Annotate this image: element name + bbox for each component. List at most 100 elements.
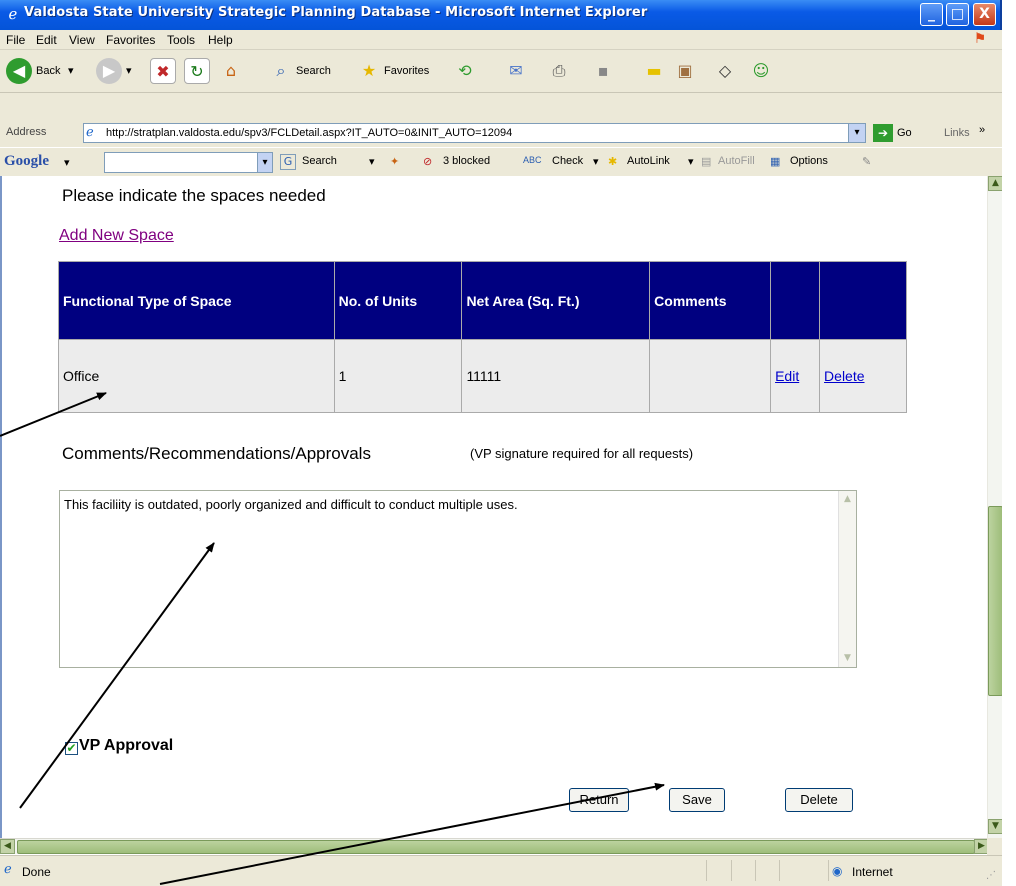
column-header <box>770 261 821 340</box>
vertical-scrollbar[interactable]: ▲ ▼ <box>987 176 1003 838</box>
address-url: http://stratplan.valdosta.edu/spv3/FCLDe… <box>106 127 513 139</box>
history-icon[interactable]: ⟲ <box>452 58 478 84</box>
back-dropdown-icon[interactable]: ▾ <box>68 64 74 77</box>
autolink-dropdown-icon[interactable]: ▾ <box>688 155 694 168</box>
comments-heading: Comments/Recommendations/Approvals <box>62 444 371 463</box>
pagerank-icon[interactable]: ✦ <box>390 155 399 168</box>
google-dropdown-icon[interactable]: ▾ <box>64 156 70 169</box>
favorites-star-icon[interactable]: ★ <box>356 58 382 84</box>
google-g-icon[interactable]: G <box>280 154 296 170</box>
menu-view[interactable]: View <box>69 33 95 47</box>
scroll-up-icon[interactable]: ▲ <box>988 176 1003 191</box>
research-icon[interactable]: ▣ <box>672 58 698 84</box>
textarea-scroll-up-icon[interactable]: ▲ <box>840 492 855 507</box>
delete-button[interactable]: Delete <box>785 788 853 812</box>
address-label: Address <box>6 126 47 138</box>
edit-link[interactable]: Edit <box>775 368 799 384</box>
close-button[interactable]: X <box>973 3 996 26</box>
menu-tools[interactable]: Tools <box>167 33 195 47</box>
search-icon[interactable]: ⌕ <box>268 58 294 84</box>
comments-textarea[interactable]: This faciliity is outdated, poorly organ… <box>59 490 857 668</box>
spaces-table: Functional Type of Space No. of Units Ne… <box>58 261 907 413</box>
refresh-icon[interactable]: ↻ <box>184 58 210 84</box>
autofill-label[interactable]: AutoFill <box>718 155 755 167</box>
favorites-label[interactable]: Favorites <box>384 65 429 77</box>
scroll-left-icon[interactable]: ◀ <box>0 839 15 854</box>
delete-row-link[interactable]: Delete <box>824 368 864 384</box>
address-input[interactable]: ℯ http://stratplan.valdosta.edu/spv3/FCL… <box>83 123 866 143</box>
menu-favorites[interactable]: Favorites <box>106 33 155 47</box>
textarea-scrollbar[interactable]: ▲ ▼ <box>838 491 856 667</box>
textarea-scroll-down-icon[interactable]: ▼ <box>840 651 855 666</box>
scroll-corner <box>987 838 1002 855</box>
autofill-icon[interactable]: ▤ <box>701 155 711 168</box>
vertical-scroll-thumb[interactable] <box>988 506 1003 696</box>
back-arrow-icon[interactable]: ◀ <box>6 58 32 84</box>
area-cell: 11111 <box>461 339 651 413</box>
status-divider <box>828 860 829 881</box>
status-divider <box>779 860 780 881</box>
windows-logo-icon: ⚑ <box>973 31 987 47</box>
options-label[interactable]: Options <box>790 155 828 167</box>
toolbar-spacer <box>0 93 1002 121</box>
status-text: Done <box>22 865 51 879</box>
google-search-label[interactable]: Search <box>302 155 337 167</box>
mail-icon[interactable]: ✉ <box>503 58 529 84</box>
spellcheck-icon[interactable]: ABC <box>523 155 542 165</box>
popup-blocker-icon[interactable]: ⊘ <box>423 155 432 168</box>
column-header <box>819 261 907 340</box>
check-label[interactable]: Check <box>552 155 583 167</box>
standard-toolbar: ◀ Back ▾ ▶ ▾ ✖ ↻ ⌂ ⌕ Search ★ Favorites … <box>0 50 1002 93</box>
options-icon[interactable]: ▦ <box>770 155 780 168</box>
autolink-label[interactable]: AutoLink <box>627 155 670 167</box>
back-label[interactable]: Back <box>36 65 60 77</box>
blocked-count[interactable]: 3 blocked <box>443 155 490 167</box>
menu-edit[interactable]: Edit <box>36 33 57 47</box>
menu-file[interactable]: File <box>6 33 25 47</box>
address-bar: Address ℯ http://stratplan.valdosta.edu/… <box>0 121 1002 147</box>
links-label[interactable]: Links <box>944 127 970 139</box>
messenger-icon[interactable]: ☺ <box>748 58 774 84</box>
ie-icon: ℯ <box>8 5 18 23</box>
horizontal-scrollbar[interactable]: ◀ ▶ <box>0 838 989 854</box>
menu-help[interactable]: Help <box>208 33 233 47</box>
vp-approval-label: VP Approval <box>79 737 174 754</box>
edit-cell: Edit <box>770 339 821 413</box>
search-label[interactable]: Search <box>296 65 331 77</box>
vp-approval-checkbox[interactable]: ✔ <box>65 742 78 755</box>
table-header-row: Functional Type of Space No. of Units Ne… <box>58 261 907 340</box>
table-row: Office 1 11111 Edit Delete <box>58 339 907 413</box>
maximize-button[interactable]: □ <box>946 3 969 26</box>
google-logo[interactable]: Google <box>4 153 49 170</box>
add-new-space-link[interactable]: Add New Space <box>59 227 174 245</box>
window-title: Valdosta State University Strategic Plan… <box>24 5 648 20</box>
horizontal-scroll-thumb[interactable] <box>17 840 975 854</box>
messenger-window-icon[interactable]: ◇ <box>712 58 738 84</box>
resize-grip-icon[interactable]: ⋰ <box>986 870 996 881</box>
google-search-input[interactable]: ▾ <box>104 152 273 173</box>
home-icon[interactable]: ⌂ <box>218 58 244 84</box>
discuss-icon[interactable]: ▬ <box>641 58 667 84</box>
edit-icon[interactable]: ▪ <box>590 58 616 84</box>
forward-arrow-icon[interactable]: ▶ <box>96 58 122 84</box>
print-icon[interactable]: ⎙ <box>546 58 572 84</box>
go-arrow-icon[interactable]: ➔ <box>873 124 893 142</box>
search-dropdown-icon[interactable]: ▾ <box>369 155 375 168</box>
forward-dropdown-icon[interactable]: ▾ <box>126 64 132 77</box>
autolink-icon[interactable]: ✱ <box>608 155 617 168</box>
google-field-dropdown-icon[interactable]: ▾ <box>257 153 272 172</box>
page-heading: Please indicate the spaces needed <box>62 186 326 205</box>
address-dropdown-icon[interactable]: ▾ <box>848 124 865 142</box>
minimize-button[interactable]: _ <box>920 3 943 26</box>
stop-icon[interactable]: ✖ <box>150 58 176 84</box>
vp-signature-note: (VP signature required for all requests) <box>470 446 694 461</box>
go-label[interactable]: Go <box>897 127 912 139</box>
chevron-right-icon[interactable]: » <box>979 124 985 136</box>
scroll-down-icon[interactable]: ▼ <box>988 819 1003 834</box>
page-ie-icon: ℯ <box>86 125 94 140</box>
check-dropdown-icon[interactable]: ▾ <box>593 155 599 168</box>
highlighter-icon[interactable]: ✎ <box>862 155 871 168</box>
google-toolbar: Google ▾ ▾ G Search ▾ ✦ ⊘ 3 blocked ABC … <box>0 147 1002 176</box>
return-button[interactable]: Return <box>569 788 629 812</box>
save-button[interactable]: Save <box>669 788 725 812</box>
